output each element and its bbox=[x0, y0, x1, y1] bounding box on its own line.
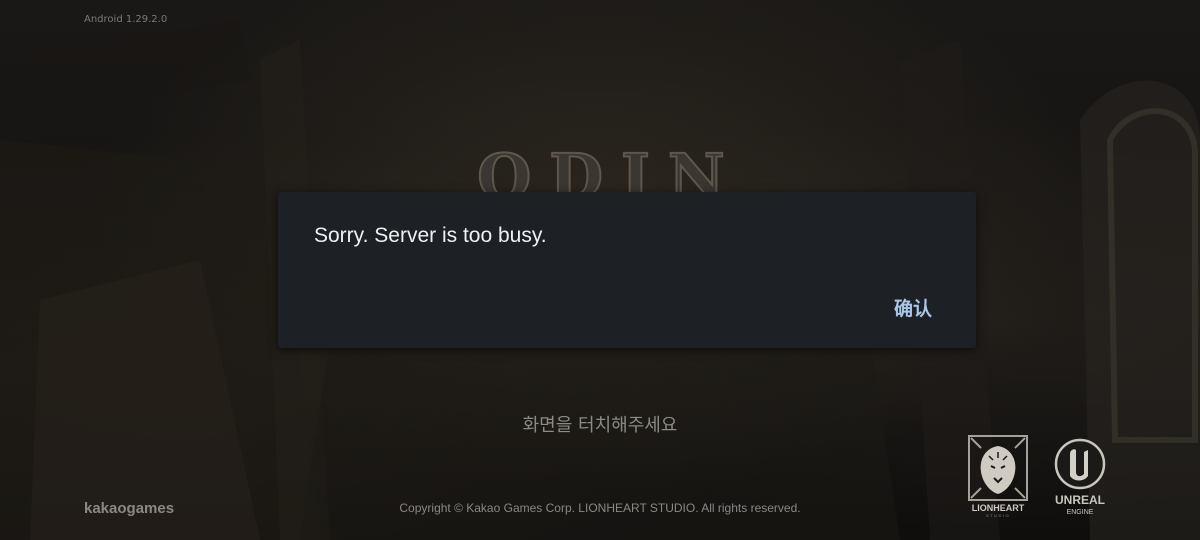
svg-text:STUDIO: STUDIO bbox=[986, 513, 1010, 518]
confirm-button[interactable]: 确认 bbox=[894, 294, 932, 321]
svg-text:UNREAL: UNREAL bbox=[1055, 493, 1105, 507]
lionheart-studio-logo: LIONHEART STUDIO bbox=[968, 435, 1028, 518]
unreal-engine-logo: UNREAL ENGINE bbox=[1054, 438, 1106, 516]
error-dialog: Sorry. Server is too busy. 确认 bbox=[278, 192, 976, 348]
svg-text:LIONHEART: LIONHEART bbox=[972, 503, 1025, 513]
version-label: Android 1.29.2.0 bbox=[84, 14, 168, 25]
dialog-message: Sorry. Server is too busy. bbox=[314, 224, 547, 247]
svg-text:ENGINE: ENGINE bbox=[1067, 509, 1094, 516]
